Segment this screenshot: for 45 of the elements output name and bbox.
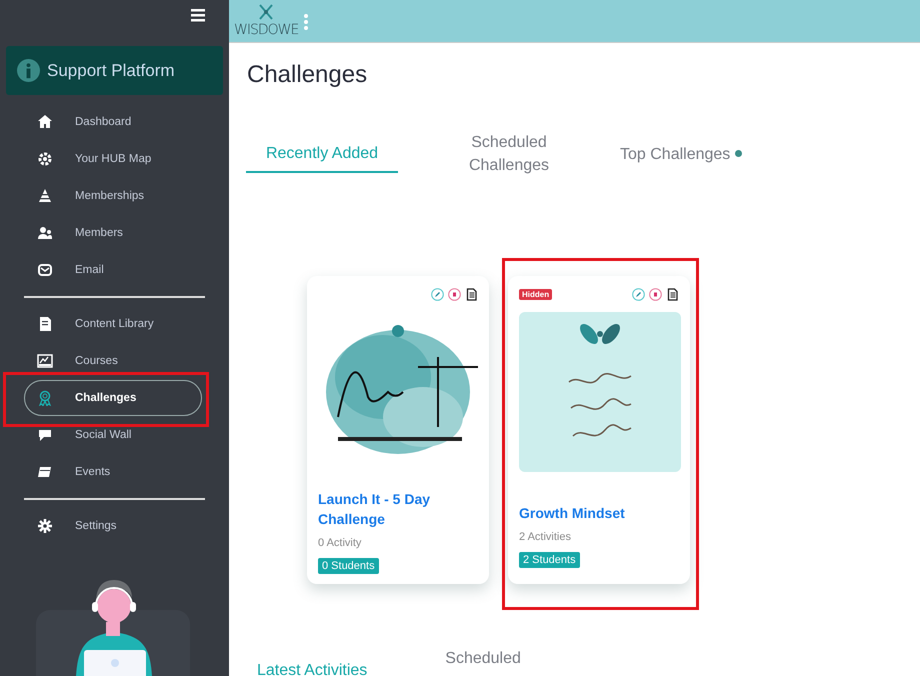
page-title: Challenges (247, 61, 368, 89)
challenge-title[interactable]: Launch It - 5 Day Challenge (318, 489, 478, 529)
document-icon[interactable] (465, 288, 478, 300)
nav-item[interactable]: Challenges (24, 380, 202, 416)
activity-count: 0 Activity (318, 537, 362, 549)
challenge-card[interactable]: Launch It - 5 Day Challenge 0 Activity 0 Students (307, 276, 489, 584)
nav-icon (37, 464, 53, 480)
support-platform-button[interactable]: Support Platform (6, 46, 223, 95)
nav-icon (37, 316, 53, 332)
nav-item[interactable]: Your HUB Map (24, 141, 202, 177)
tab[interactable]: Scheduled (445, 650, 521, 668)
edit-button[interactable] (632, 288, 645, 300)
nav-icon (37, 151, 53, 167)
menu-icon[interactable] (191, 9, 205, 22)
nav-icon (37, 353, 53, 369)
nav-icon (37, 518, 53, 534)
nav-icon (37, 390, 53, 406)
nav-item[interactable]: Email (24, 252, 202, 288)
challenge-card[interactable]: Hidden Growth Mindset 2 Activities 2 Students (508, 276, 690, 584)
edit-button[interactable] (431, 288, 444, 300)
nav-icon (37, 114, 53, 130)
nav-item[interactable]: Social Wall (24, 417, 202, 453)
students-badge: 0 Students (318, 558, 379, 574)
nav-item[interactable]: Dashboard (24, 104, 202, 140)
delete-button[interactable] (649, 288, 662, 300)
nav-icon (37, 427, 53, 443)
nav-item[interactable]: Courses (24, 343, 202, 379)
nav-item[interactable]: Events (24, 454, 202, 490)
activity-count: 2 Activities (519, 531, 572, 543)
nav-item[interactable]: Memberships (24, 178, 202, 214)
brand-logo[interactable]: WISDOWE (234, 22, 298, 42)
status-badge: Hidden (519, 288, 552, 300)
challenge-title[interactable]: Growth Mindset (519, 503, 679, 523)
nav-icon (37, 225, 53, 241)
students-badge: 2 Students (519, 552, 580, 568)
nav-item[interactable]: Members (24, 215, 202, 251)
nav-item[interactable]: Settings (24, 508, 202, 544)
nav-item[interactable]: Content Library (24, 306, 202, 342)
info-icon (17, 59, 40, 82)
nav-icon (37, 262, 53, 278)
nav-icon (37, 188, 53, 204)
document-icon[interactable] (666, 288, 679, 300)
tab[interactable]: Scheduled Challenges (444, 127, 574, 183)
delete-button[interactable] (448, 288, 461, 300)
tab[interactable]: Top Challenges (604, 138, 758, 172)
